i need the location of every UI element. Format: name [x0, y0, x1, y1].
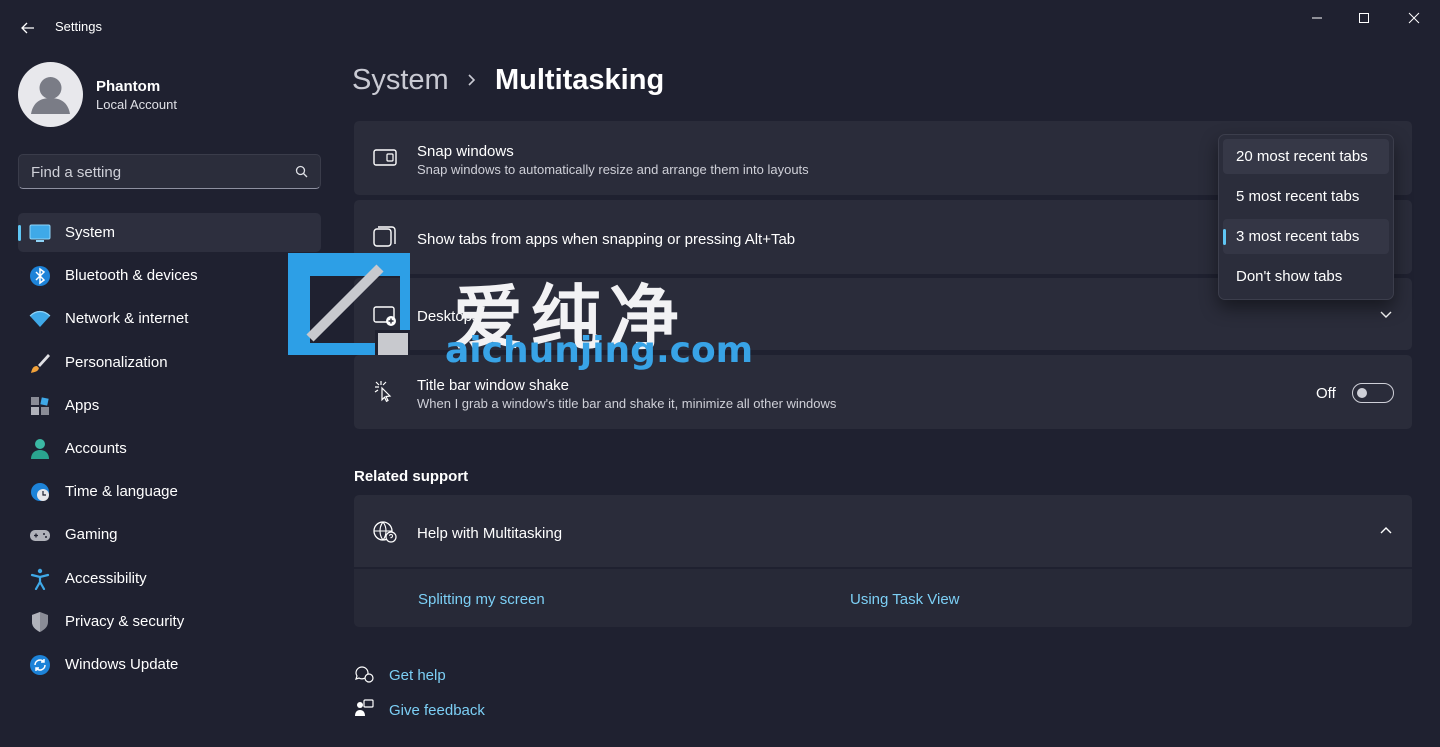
help-multitasking-title: Help with Multitasking — [417, 525, 563, 542]
globe-help-icon — [373, 521, 397, 543]
app-title: Settings — [55, 19, 102, 34]
page-title: Multitasking — [495, 64, 665, 96]
accessibility-icon — [30, 568, 50, 590]
dropdown-option[interactable]: 5 most recent tabs — [1223, 179, 1389, 214]
close-icon — [1408, 12, 1420, 24]
sidebar: Phantom Local Account Find a setting Sys… — [0, 52, 336, 747]
sidebar-item-label: Accounts — [65, 439, 127, 457]
sidebar-item-accessibility[interactable]: Accessibility — [18, 559, 321, 598]
selection-indicator — [1223, 229, 1226, 245]
sidebar-item-system[interactable]: System — [18, 213, 321, 252]
sidebar-item-label: Personalization — [65, 353, 168, 371]
sidebar-item-personalization[interactable]: Personalization — [18, 343, 321, 382]
sidebar-item-bluetooth[interactable]: Bluetooth & devices — [18, 256, 321, 295]
chevron-right-icon — [468, 74, 476, 86]
related-support-heading: Related support — [354, 468, 469, 485]
give-feedback-icon — [355, 699, 374, 716]
sidebar-item-network[interactable]: Network & internet — [18, 299, 321, 338]
dropdown-option-label: 5 most recent tabs — [1236, 188, 1360, 205]
sidebar-item-label: Network & internet — [65, 310, 189, 328]
user-account-type: Local Account — [96, 97, 177, 112]
chevron-down-icon[interactable] — [1378, 306, 1394, 322]
tabs-dropdown-menu: 20 most recent tabs 5 most recent tabs 3… — [1218, 134, 1394, 300]
help-links-panel: Splitting my screen Using Task View — [354, 569, 1412, 627]
sidebar-item-gaming[interactable]: Gaming — [18, 515, 321, 554]
sidebar-item-apps[interactable]: Apps — [18, 386, 321, 425]
apps-icon — [31, 396, 49, 415]
search-icon — [295, 165, 308, 178]
sidebar-item-privacy-security[interactable]: Privacy & security — [18, 602, 321, 641]
breadcrumb-parent[interactable]: System — [352, 64, 449, 97]
give-feedback-row[interactable]: Give feedback — [354, 699, 504, 723]
shake-cursor-icon — [374, 381, 392, 403]
chevron-up-icon[interactable] — [1378, 523, 1394, 539]
person-avatar-icon — [31, 77, 70, 114]
back-button[interactable] — [14, 14, 42, 42]
dropdown-option[interactable]: 20 most recent tabs — [1223, 139, 1389, 174]
minimize-button[interactable] — [1294, 6, 1340, 30]
tabs-icon — [373, 226, 396, 247]
brush-icon — [31, 353, 50, 373]
watermark-url-text: aichunjing.com — [445, 330, 754, 371]
dropdown-option-label: 3 most recent tabs — [1236, 228, 1360, 245]
snap-windows-title: Snap windows — [417, 143, 514, 160]
get-help-row[interactable]: Get help — [354, 664, 474, 688]
dropdown-option-label: Don't show tabs — [1236, 268, 1343, 285]
window-shake-toggle[interactable] — [1352, 383, 1394, 403]
sidebar-item-label: Apps — [65, 396, 100, 414]
person-icon — [31, 438, 49, 459]
search-placeholder: Find a setting — [31, 164, 122, 181]
gamepad-icon — [30, 530, 50, 542]
avatar[interactable] — [18, 62, 83, 127]
arrow-left-icon — [21, 22, 34, 34]
snap-windows-description: Snap windows to automatically resize and… — [417, 162, 809, 177]
sidebar-item-label: Windows Update — [65, 655, 179, 673]
sidebar-item-time-language[interactable]: Time & language — [18, 472, 321, 511]
toggle-state-label: Off — [1316, 385, 1336, 402]
link-task-view[interactable]: Using Task View — [850, 591, 960, 608]
sidebar-item-label: Privacy & security — [65, 612, 185, 630]
watermark: 爱纯净 aichunjing.com — [285, 250, 753, 375]
window-shake-description: When I grab a window's title bar and sha… — [417, 396, 837, 411]
maximize-button[interactable] — [1341, 6, 1387, 30]
sidebar-item-label: Time & language — [65, 483, 178, 501]
give-feedback-link[interactable]: Give feedback — [389, 702, 485, 719]
watermark-logo — [288, 253, 410, 355]
system-icon — [29, 224, 51, 242]
sidebar-item-label: Accessibility — [65, 569, 147, 587]
shield-icon — [32, 611, 48, 632]
sidebar-item-windows-update[interactable]: Windows Update — [18, 645, 321, 684]
sidebar-item-label: System — [65, 224, 116, 241]
minimize-icon — [1312, 17, 1322, 19]
sidebar-item-label: Gaming — [65, 526, 118, 544]
wifi-icon — [29, 311, 51, 328]
get-help-icon — [355, 666, 374, 683]
globe-clock-icon — [31, 483, 49, 502]
update-icon — [30, 654, 50, 675]
bluetooth-icon — [30, 266, 50, 287]
sidebar-nav: System Bluetooth & devices Network & int… — [18, 213, 321, 688]
dropdown-option[interactable]: Don't show tabs — [1223, 259, 1389, 294]
get-help-link[interactable]: Get help — [389, 667, 446, 684]
help-multitasking-card[interactable]: Help with Multitasking — [354, 495, 1412, 567]
search-input[interactable]: Find a setting — [18, 154, 321, 189]
link-splitting-screen[interactable]: Splitting my screen — [418, 591, 545, 608]
dropdown-option-label: 20 most recent tabs — [1236, 148, 1368, 165]
dropdown-option-selected[interactable]: 3 most recent tabs — [1223, 219, 1389, 254]
close-button[interactable] — [1391, 6, 1437, 30]
window-shake-title: Title bar window shake — [417, 377, 570, 394]
sidebar-item-label: Bluetooth & devices — [65, 267, 198, 285]
maximize-icon — [1359, 13, 1369, 23]
user-name: Phantom — [96, 78, 161, 95]
sidebar-item-accounts[interactable]: Accounts — [18, 429, 321, 468]
snap-layout-icon — [373, 149, 397, 166]
title-bar: Settings — [0, 0, 1440, 52]
show-tabs-title: Show tabs from apps when snapping or pre… — [417, 231, 796, 248]
selection-indicator — [18, 225, 21, 241]
